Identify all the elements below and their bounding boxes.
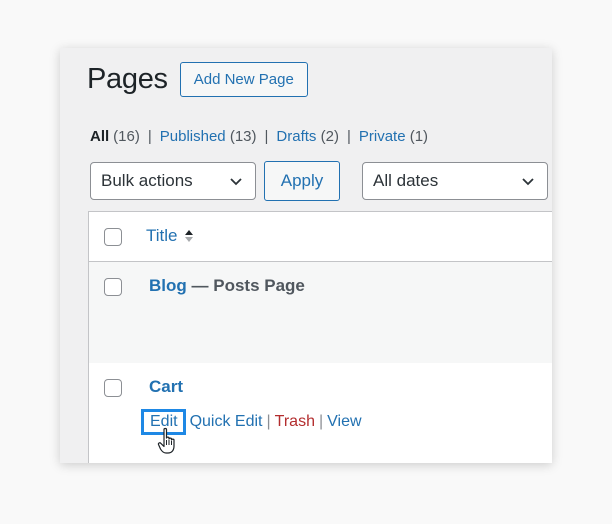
separator: | xyxy=(318,413,324,430)
pages-panel: Pages Add New Page All (16) | Published … xyxy=(60,48,552,463)
view-published-count: (13) xyxy=(229,128,257,145)
view-link[interactable]: View xyxy=(327,413,361,431)
apply-button[interactable]: Apply xyxy=(264,161,340,201)
sort-icon xyxy=(184,230,193,242)
view-filters: All (16) | Published (13) | Drafts (2) |… xyxy=(90,128,428,145)
trash-link[interactable]: Trash xyxy=(275,413,315,431)
view-published-label: Published xyxy=(159,128,226,145)
view-all-count: (16) xyxy=(113,128,140,145)
title-column-label: Title xyxy=(146,226,178,245)
view-private-label: Private xyxy=(358,128,406,145)
title-column-header[interactable]: Title xyxy=(146,226,194,246)
row-title-link[interactable]: Cart xyxy=(149,377,183,396)
separator: | xyxy=(264,128,269,145)
dates-value: All dates xyxy=(373,171,439,190)
bulk-actions-select[interactable]: Bulk actions xyxy=(90,162,256,200)
row-title-link[interactable]: Blog xyxy=(149,276,187,295)
view-all[interactable]: All xyxy=(90,128,109,145)
bulk-actions-value: Bulk actions xyxy=(101,171,193,190)
quick-edit-link[interactable]: Quick Edit xyxy=(190,413,263,431)
separator: | xyxy=(147,128,152,145)
table-header: Title xyxy=(89,212,552,262)
dates-select[interactable]: All dates xyxy=(362,162,548,200)
row-checkbox[interactable] xyxy=(104,278,122,296)
separator: | xyxy=(346,128,351,145)
view-drafts-count: (2) xyxy=(320,128,339,145)
select-all-checkbox[interactable] xyxy=(104,228,122,246)
post-state: — Posts Page xyxy=(186,276,305,295)
separator: | xyxy=(266,413,271,430)
chevron-down-icon xyxy=(230,178,242,186)
view-private-count: (1) xyxy=(409,128,429,145)
view-drafts[interactable]: Drafts (2) xyxy=(276,128,339,145)
row-title: Blog — Posts Page xyxy=(149,276,305,296)
row-title: Cart xyxy=(149,377,183,397)
view-published[interactable]: Published (13) xyxy=(160,128,257,145)
chevron-down-icon xyxy=(522,178,534,186)
pages-table: Title Blog — Posts Page Cart Edit Quick … xyxy=(88,211,552,463)
title-row: Pages Add New Page xyxy=(87,62,308,97)
page-title: Pages xyxy=(87,63,168,95)
add-new-page-button[interactable]: Add New Page xyxy=(179,62,308,97)
filters-bar: Bulk actions Apply All dates xyxy=(90,161,548,201)
hand-cursor-icon xyxy=(157,427,175,454)
row-checkbox[interactable] xyxy=(104,379,122,397)
view-drafts-label: Drafts xyxy=(276,128,317,145)
table-row: Blog — Posts Page xyxy=(89,262,552,363)
view-private[interactable]: Private (1) xyxy=(359,128,428,145)
